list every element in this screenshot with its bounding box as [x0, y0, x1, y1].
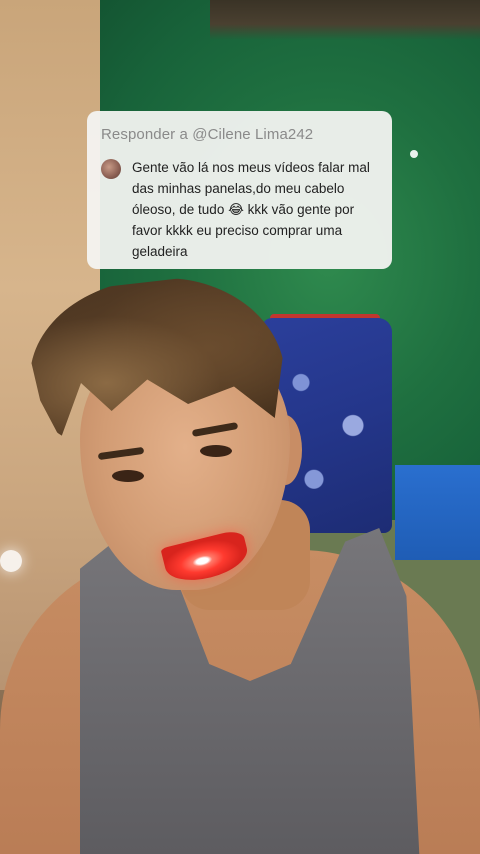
reply-body: Gente vão lá nos meus vídeos falar mal d…	[101, 157, 378, 262]
person-eye-left	[112, 470, 144, 482]
light-reflection-small	[410, 150, 418, 158]
background-ceiling	[210, 0, 480, 40]
reply-header: Responder a @Cilene Lima242	[101, 126, 314, 143]
comment-line: favor kkkk eu preciso comprar uma	[132, 223, 343, 238]
commenter-avatar	[101, 159, 121, 179]
reply-comment-sticker[interactable]: Responder a @Cilene Lima242 Gente vão lá…	[87, 111, 392, 269]
video-frame[interactable]: Responder a @Cilene Lima242 Gente vão lá…	[0, 0, 480, 854]
person	[0, 270, 480, 854]
comment-text: Gente vão lá nos meus vídeos falar mal d…	[132, 157, 370, 262]
comment-line: das minhas panelas,do meu cabelo	[132, 181, 345, 196]
comment-line: óleoso, de tudo 😂 kkk vão gente por	[132, 202, 355, 217]
comment-line: Gente vão lá nos meus vídeos falar mal	[132, 160, 370, 175]
person-eye-right	[200, 445, 232, 457]
comment-line: geladeira	[132, 244, 188, 259]
